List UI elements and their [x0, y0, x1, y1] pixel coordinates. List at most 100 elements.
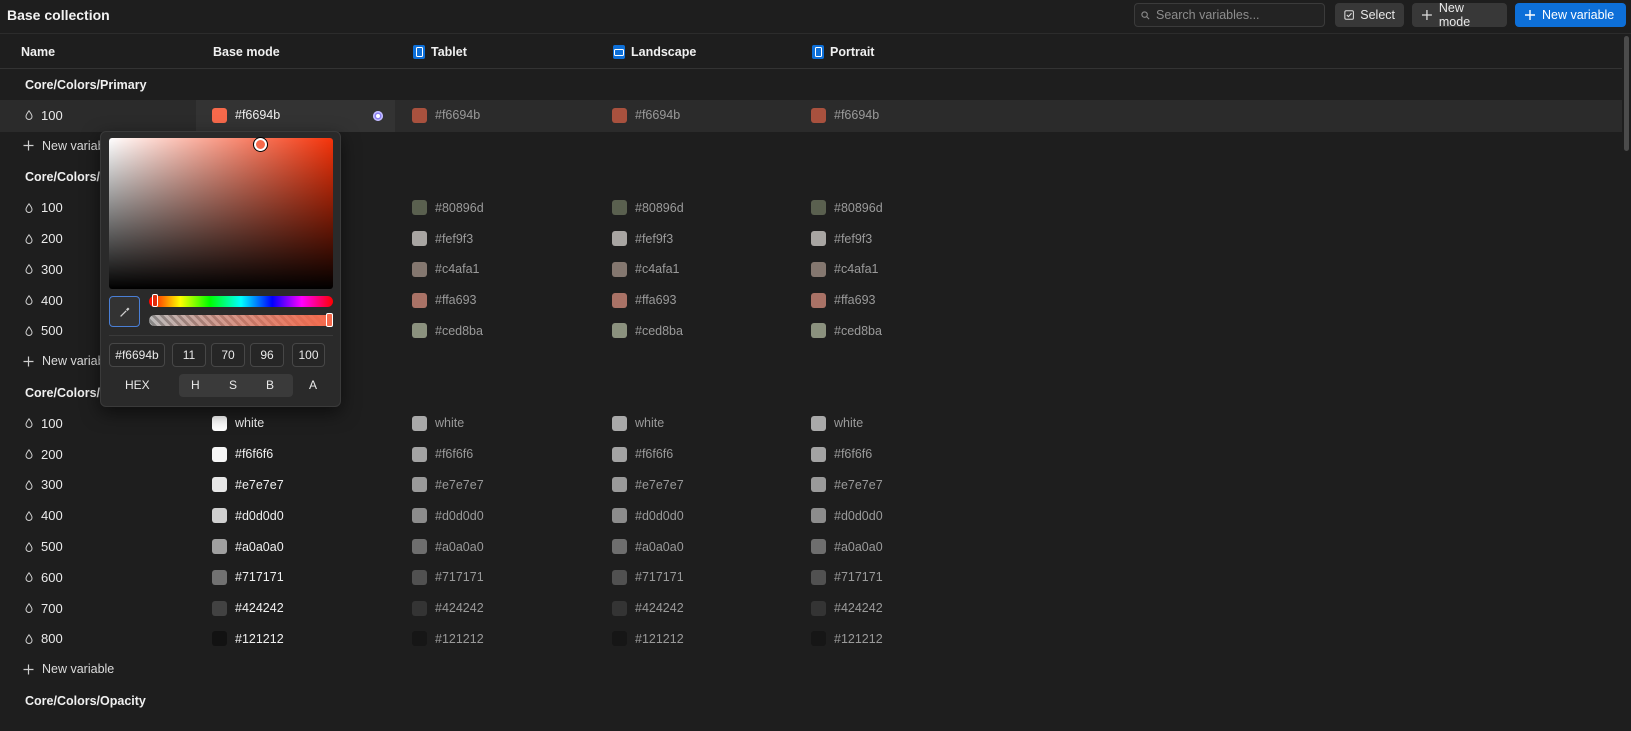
base-value-cell[interactable]: #121212	[212, 631, 284, 647]
variable-name-cell[interactable]: 700	[25, 601, 63, 616]
saturation-brightness-area[interactable]	[109, 138, 333, 289]
base-value-cell[interactable]: white	[212, 415, 264, 431]
color-swatch[interactable]	[612, 508, 627, 524]
portrait-value-cell[interactable]: #717171	[811, 569, 883, 585]
landscape-value-cell[interactable]: white	[612, 415, 664, 431]
color-swatch[interactable]	[811, 477, 826, 493]
variable-row[interactable]: 700 #424242 #424242 #424242 #424242	[0, 593, 1622, 625]
color-swatch[interactable]	[612, 415, 627, 431]
select-button[interactable]: Select	[1335, 3, 1404, 27]
color-swatch[interactable]	[811, 508, 826, 524]
color-swatch[interactable]	[212, 415, 227, 431]
new-mode-button[interactable]: New mode	[1412, 1, 1507, 29]
alpha-slider[interactable]	[149, 313, 333, 327]
landscape-value-cell[interactable]: #121212	[612, 631, 684, 647]
variable-name-cell[interactable]: 500	[25, 539, 63, 554]
color-swatch[interactable]	[212, 508, 227, 524]
variable-row[interactable]: 600 #717171 #717171 #717171 #717171	[0, 562, 1622, 594]
variable-name-cell[interactable]: 500	[25, 323, 63, 338]
column-portrait[interactable]: Portrait	[812, 45, 874, 59]
tablet-value-cell[interactable]: #ced8ba	[412, 323, 483, 339]
landscape-value-cell[interactable]: #424242	[612, 600, 684, 616]
color-swatch[interactable]	[811, 107, 826, 123]
portrait-value-cell[interactable]: #f6f6f6	[811, 446, 872, 462]
color-swatch[interactable]	[612, 477, 627, 493]
base-value-cell[interactable]: #a0a0a0	[212, 539, 284, 554]
tablet-value-cell[interactable]: #80896d	[412, 200, 484, 216]
color-swatch[interactable]	[612, 261, 627, 277]
color-swatch[interactable]	[412, 107, 427, 123]
color-swatch[interactable]	[412, 415, 427, 431]
column-base-mode[interactable]: Base mode	[213, 45, 280, 59]
portrait-value-cell[interactable]: #c4afa1	[811, 261, 878, 277]
scrollbar[interactable]	[1623, 36, 1631, 731]
saturation-input[interactable]: 70	[211, 343, 245, 367]
variable-name-cell[interactable]: 600	[25, 570, 63, 585]
color-swatch[interactable]	[811, 261, 826, 277]
color-swatch[interactable]	[612, 231, 627, 246]
hex-input[interactable]: #f6694b	[109, 343, 165, 367]
color-swatch[interactable]	[811, 292, 826, 308]
color-swatch[interactable]	[811, 200, 826, 216]
group-header[interactable]: Core/Colors/Primary	[0, 69, 1622, 101]
mode-hex[interactable]: HEX	[125, 378, 150, 392]
landscape-value-cell[interactable]: #c4afa1	[612, 261, 679, 277]
landscape-value-cell[interactable]: #d0d0d0	[612, 508, 684, 524]
color-swatch[interactable]	[212, 569, 227, 585]
color-swatch[interactable]	[811, 539, 826, 554]
variable-row[interactable]: 100 white white white white	[0, 408, 1622, 440]
variable-name-cell[interactable]: 800	[25, 631, 63, 646]
landscape-value-cell[interactable]: #80896d	[612, 200, 684, 216]
variable-row[interactable]: 300 #e7e7e7 #e7e7e7 #e7e7e7 #e7e7e7	[0, 469, 1622, 501]
variable-row[interactable]: 500 #a0a0a0 #a0a0a0 #a0a0a0 #a0a0a0	[0, 531, 1622, 563]
variable-name-cell[interactable]: 200	[25, 231, 63, 246]
color-swatch[interactable]	[612, 569, 627, 585]
color-swatch[interactable]	[412, 508, 427, 524]
tablet-value-cell[interactable]: #a0a0a0	[412, 539, 484, 554]
portrait-value-cell[interactable]: white	[811, 415, 863, 431]
variable-name-cell[interactable]: 400	[25, 508, 63, 523]
color-swatch[interactable]	[212, 477, 227, 493]
tablet-value-cell[interactable]: #121212	[412, 631, 484, 647]
base-value-cell[interactable]: #d0d0d0	[212, 508, 284, 524]
base-value-cell[interactable]: #e7e7e7	[212, 477, 284, 493]
color-swatch[interactable]	[811, 415, 826, 431]
group-header[interactable]: Core/Colors/Opacity	[0, 685, 1622, 717]
portrait-value-cell[interactable]: #80896d	[811, 200, 883, 216]
tablet-value-cell[interactable]: #d0d0d0	[412, 508, 484, 524]
base-value-cell[interactable]: #424242	[212, 600, 284, 616]
mode-h[interactable]: H	[191, 378, 200, 392]
column-landscape[interactable]: Landscape	[613, 45, 696, 59]
tablet-value-cell[interactable]: #f6694b	[412, 107, 480, 123]
base-value-cell[interactable]: #717171	[212, 569, 284, 585]
color-swatch[interactable]	[811, 600, 826, 616]
hue-input[interactable]: 11	[172, 343, 206, 367]
color-swatch[interactable]	[811, 569, 826, 585]
landscape-value-cell[interactable]: #ffa693	[612, 292, 676, 308]
tablet-value-cell[interactable]: #f6f6f6	[412, 446, 473, 462]
base-value-cell[interactable]: #f6694b	[212, 107, 280, 123]
tablet-value-cell[interactable]: #ffa693	[412, 292, 476, 308]
color-swatch[interactable]	[412, 569, 427, 585]
variable-name-cell[interactable]: 300	[25, 262, 63, 277]
brightness-input[interactable]: 96	[250, 343, 284, 367]
hue-handle[interactable]	[152, 294, 158, 307]
portrait-value-cell[interactable]: #fef9f3	[811, 231, 872, 246]
portrait-value-cell[interactable]: #e7e7e7	[811, 477, 883, 493]
variable-name-cell[interactable]: 100	[25, 200, 63, 215]
portrait-value-cell[interactable]: #f6694b	[811, 107, 879, 123]
color-swatch[interactable]	[412, 539, 427, 554]
color-swatch[interactable]	[612, 292, 627, 308]
base-value-cell[interactable]: #f6f6f6	[212, 446, 273, 462]
color-swatch[interactable]	[612, 107, 627, 123]
landscape-value-cell[interactable]: #fef9f3	[612, 231, 673, 246]
color-swatch[interactable]	[212, 631, 227, 647]
color-swatch[interactable]	[612, 631, 627, 647]
color-swatch[interactable]	[412, 631, 427, 647]
color-swatch[interactable]	[612, 446, 627, 462]
landscape-value-cell[interactable]: #f6694b	[612, 107, 680, 123]
hue-slider[interactable]	[149, 294, 333, 307]
color-swatch[interactable]	[412, 261, 427, 277]
color-swatch[interactable]	[612, 539, 627, 554]
landscape-value-cell[interactable]: #f6f6f6	[612, 446, 673, 462]
